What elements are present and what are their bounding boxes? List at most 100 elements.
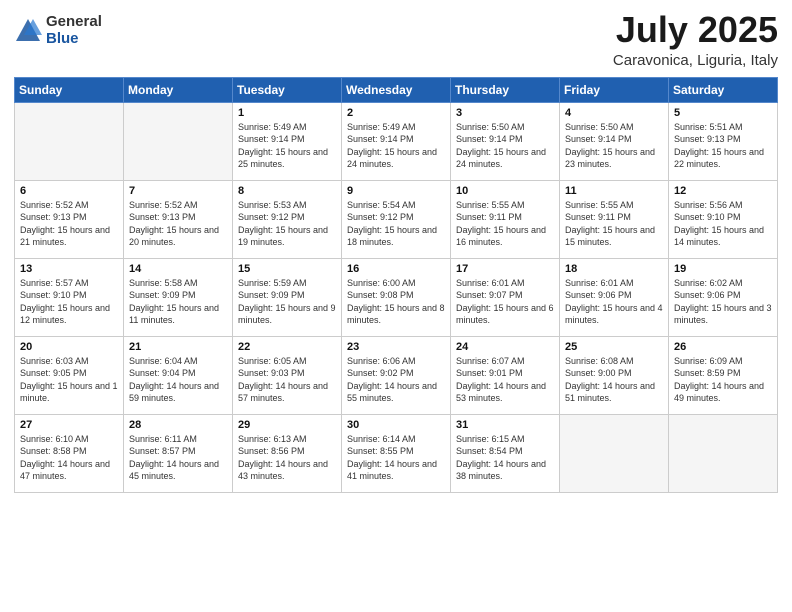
day-detail: Sunrise: 6:09 AM Sunset: 8:59 PM Dayligh…	[674, 355, 772, 405]
day-number: 29	[238, 419, 336, 431]
table-row: 18 Sunrise: 6:01 AM Sunset: 9:06 PM Dayli…	[560, 258, 669, 336]
table-row	[15, 102, 124, 180]
day-number: 24	[456, 341, 554, 353]
day-number: 12	[674, 185, 772, 197]
table-row: 16 Sunrise: 6:00 AM Sunset: 9:08 PM Dayli…	[342, 258, 451, 336]
day-detail: Sunrise: 6:01 AM Sunset: 9:06 PM Dayligh…	[565, 277, 663, 327]
table-row: 5Sunrise: 5:51 AM Sunset: 9:13 PM Daylig…	[669, 102, 778, 180]
day-detail: Sunrise: 5:49 AM Sunset: 9:14 PM Dayligh…	[238, 121, 336, 171]
table-row	[124, 102, 233, 180]
table-row: 9 Sunrise: 5:54 AM Sunset: 9:12 PM Daylig…	[342, 180, 451, 258]
day-detail: Sunrise: 6:15 AM Sunset: 8:54 PM Dayligh…	[456, 433, 554, 483]
day-detail: Sunrise: 5:54 AM Sunset: 9:12 PM Dayligh…	[347, 199, 445, 249]
day-detail: Sunrise: 6:03 AM Sunset: 9:05 PM Dayligh…	[20, 355, 118, 405]
header-tuesday: Tuesday	[233, 77, 342, 102]
day-detail: Sunrise: 6:01 AM Sunset: 9:07 PM Dayligh…	[456, 277, 554, 327]
day-number: 28	[129, 419, 227, 431]
table-row: 12Sunrise: 5:56 AM Sunset: 9:10 PM Dayli…	[669, 180, 778, 258]
day-number: 4	[565, 107, 663, 119]
table-row: 31 Sunrise: 6:15 AM Sunset: 8:54 PM Dayli…	[451, 414, 560, 492]
table-row: 11 Sunrise: 5:55 AM Sunset: 9:11 PM Dayli…	[560, 180, 669, 258]
day-detail: Sunrise: 6:14 AM Sunset: 8:55 PM Dayligh…	[347, 433, 445, 483]
table-row: 3Sunrise: 5:50 AM Sunset: 9:14 PM Daylig…	[451, 102, 560, 180]
title-block: July 2025 Caravonica, Liguria, Italy	[613, 10, 778, 69]
table-row: 8Sunrise: 5:53 AM Sunset: 9:12 PM Daylig…	[233, 180, 342, 258]
table-row: 10 Sunrise: 5:55 AM Sunset: 9:11 PM Dayli…	[451, 180, 560, 258]
day-number: 19	[674, 263, 772, 275]
day-number: 16	[347, 263, 445, 275]
table-row: 1 Sunrise: 5:49 AM Sunset: 9:14 PM Daylig…	[233, 102, 342, 180]
table-row: 28 Sunrise: 6:11 AM Sunset: 8:57 PM Dayli…	[124, 414, 233, 492]
day-detail: Sunrise: 5:59 AM Sunset: 9:09 PM Dayligh…	[238, 277, 336, 327]
day-number: 18	[565, 263, 663, 275]
table-row: 13 Sunrise: 5:57 AM Sunset: 9:10 PM Dayli…	[15, 258, 124, 336]
table-row: 15 Sunrise: 5:59 AM Sunset: 9:09 PM Dayli…	[233, 258, 342, 336]
day-number: 11	[565, 185, 663, 197]
table-row: 21Sunrise: 6:04 AM Sunset: 9:04 PM Dayli…	[124, 336, 233, 414]
day-detail: Sunrise: 5:50 AM Sunset: 9:14 PM Dayligh…	[565, 121, 663, 171]
day-number: 7	[129, 185, 227, 197]
day-number: 5	[674, 107, 772, 119]
logo-icon	[14, 17, 42, 45]
day-number: 2	[347, 107, 445, 119]
day-number: 23	[347, 341, 445, 353]
day-detail: Sunrise: 6:06 AM Sunset: 9:02 PM Dayligh…	[347, 355, 445, 405]
header-friday: Friday	[560, 77, 669, 102]
day-number: 9	[347, 185, 445, 197]
day-detail: Sunrise: 6:08 AM Sunset: 9:00 PM Dayligh…	[565, 355, 663, 405]
day-number: 20	[20, 341, 118, 353]
day-number: 1	[238, 107, 336, 119]
logo-general-label: General	[46, 14, 102, 31]
calendar-week-row: 13 Sunrise: 5:57 AM Sunset: 9:10 PM Dayli…	[15, 258, 778, 336]
calendar-subtitle: Caravonica, Liguria, Italy	[613, 52, 778, 69]
table-row: 30 Sunrise: 6:14 AM Sunset: 8:55 PM Dayli…	[342, 414, 451, 492]
day-number: 17	[456, 263, 554, 275]
table-row: 19Sunrise: 6:02 AM Sunset: 9:06 PM Dayli…	[669, 258, 778, 336]
day-detail: Sunrise: 5:52 AM Sunset: 9:13 PM Dayligh…	[20, 199, 118, 249]
table-row: 7 Sunrise: 5:52 AM Sunset: 9:13 PM Daylig…	[124, 180, 233, 258]
day-detail: Sunrise: 5:52 AM Sunset: 9:13 PM Dayligh…	[129, 199, 227, 249]
logo-blue-label: Blue	[46, 31, 102, 48]
day-number: 22	[238, 341, 336, 353]
day-number: 15	[238, 263, 336, 275]
day-detail: Sunrise: 6:13 AM Sunset: 8:56 PM Dayligh…	[238, 433, 336, 483]
table-row: 4 Sunrise: 5:50 AM Sunset: 9:14 PM Daylig…	[560, 102, 669, 180]
day-number: 31	[456, 419, 554, 431]
table-row: 23 Sunrise: 6:06 AM Sunset: 9:02 PM Dayli…	[342, 336, 451, 414]
table-row: 29 Sunrise: 6:13 AM Sunset: 8:56 PM Dayli…	[233, 414, 342, 492]
day-detail: Sunrise: 6:11 AM Sunset: 8:57 PM Dayligh…	[129, 433, 227, 483]
day-detail: Sunrise: 6:04 AM Sunset: 9:04 PM Dayligh…	[129, 355, 227, 405]
header-thursday: Thursday	[451, 77, 560, 102]
day-detail: Sunrise: 5:55 AM Sunset: 9:11 PM Dayligh…	[456, 199, 554, 249]
logo: General Blue	[14, 14, 102, 47]
day-number: 14	[129, 263, 227, 275]
table-row: 24 Sunrise: 6:07 AM Sunset: 9:01 PM Dayli…	[451, 336, 560, 414]
table-row: 14 Sunrise: 5:58 AM Sunset: 9:09 PM Dayli…	[124, 258, 233, 336]
day-number: 30	[347, 419, 445, 431]
day-detail: Sunrise: 6:07 AM Sunset: 9:01 PM Dayligh…	[456, 355, 554, 405]
day-detail: Sunrise: 6:00 AM Sunset: 9:08 PM Dayligh…	[347, 277, 445, 327]
day-number: 26	[674, 341, 772, 353]
day-number: 13	[20, 263, 118, 275]
table-row: 6 Sunrise: 5:52 AM Sunset: 9:13 PM Daylig…	[15, 180, 124, 258]
weekday-header-row: Sunday Monday Tuesday Wednesday Thursday…	[15, 77, 778, 102]
calendar-week-row: 6 Sunrise: 5:52 AM Sunset: 9:13 PM Daylig…	[15, 180, 778, 258]
day-number: 10	[456, 185, 554, 197]
calendar-table: Sunday Monday Tuesday Wednesday Thursday…	[14, 77, 778, 493]
day-detail: Sunrise: 6:05 AM Sunset: 9:03 PM Dayligh…	[238, 355, 336, 405]
table-row: 20 Sunrise: 6:03 AM Sunset: 9:05 PM Dayli…	[15, 336, 124, 414]
table-row: 17 Sunrise: 6:01 AM Sunset: 9:07 PM Dayli…	[451, 258, 560, 336]
calendar-week-row: 27Sunrise: 6:10 AM Sunset: 8:58 PM Dayli…	[15, 414, 778, 492]
header-wednesday: Wednesday	[342, 77, 451, 102]
header: General Blue July 2025 Caravonica, Ligur…	[14, 10, 778, 69]
header-monday: Monday	[124, 77, 233, 102]
header-saturday: Saturday	[669, 77, 778, 102]
day-number: 6	[20, 185, 118, 197]
day-detail: Sunrise: 5:57 AM Sunset: 9:10 PM Dayligh…	[20, 277, 118, 327]
table-row: 26 Sunrise: 6:09 AM Sunset: 8:59 PM Dayli…	[669, 336, 778, 414]
calendar-title: July 2025	[613, 10, 778, 50]
table-row: 22 Sunrise: 6:05 AM Sunset: 9:03 PM Dayli…	[233, 336, 342, 414]
day-detail: Sunrise: 5:55 AM Sunset: 9:11 PM Dayligh…	[565, 199, 663, 249]
day-detail: Sunrise: 6:10 AM Sunset: 8:58 PM Dayligh…	[20, 433, 118, 483]
day-detail: Sunrise: 5:58 AM Sunset: 9:09 PM Dayligh…	[129, 277, 227, 327]
